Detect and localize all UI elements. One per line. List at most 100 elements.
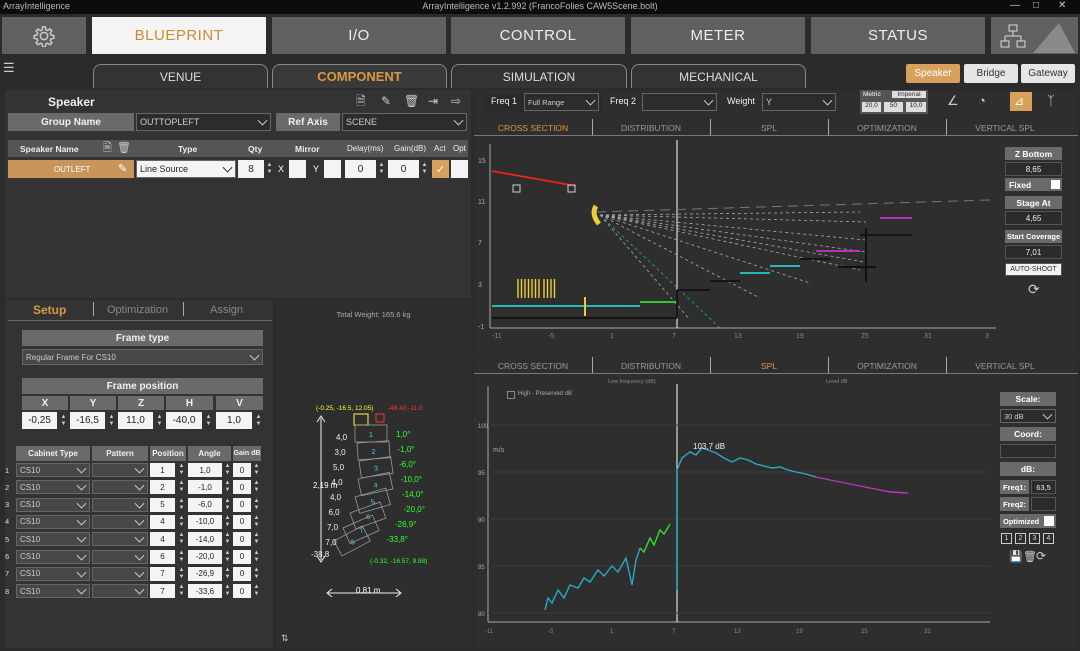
freq1-select[interactable]: Full Range <box>524 93 599 111</box>
cab-angle-stepper[interactable]: ▲ ▼ <box>223 532 232 546</box>
unit-option-2[interactable]: 50 <box>884 102 903 112</box>
cab-angle-stepper[interactable]: ▲ ▼ <box>223 584 232 598</box>
preset-2-button[interactable]: 2 <box>1015 533 1026 544</box>
delay-input[interactable]: 0 <box>345 160 376 178</box>
qty-input[interactable]: 8 <box>238 160 264 178</box>
cab-pattern-select[interactable] <box>92 514 148 529</box>
preset-3-button[interactable]: 3 <box>1029 533 1040 544</box>
settings-button[interactable] <box>2 17 86 54</box>
cab-angle-input[interactable]: -6,0 <box>188 497 222 512</box>
trash-icon[interactable]: 🗑 <box>404 95 419 107</box>
spl-tab-3[interactable]: OPTIMIZATION <box>828 361 946 371</box>
cab-angle-input[interactable]: -14,0 <box>188 532 222 547</box>
gain-input[interactable]: 0 <box>388 160 419 178</box>
tab-venue[interactable]: VENUE <box>93 64 268 88</box>
cab-pattern-select[interactable] <box>92 532 148 547</box>
optimized-checkbox[interactable] <box>1044 516 1054 526</box>
new-file-icon[interactable]: 🗎 <box>103 142 112 154</box>
cab-type-select[interactable]: CS10 <box>16 532 90 547</box>
tab-component[interactable]: COMPONENT <box>272 64 447 88</box>
pos-x-stepper[interactable]: ▲ ▼ <box>59 414 68 428</box>
cab-gain-stepper[interactable]: ▲ ▼ <box>252 498 261 512</box>
cab-position-input[interactable]: 6 <box>150 549 175 564</box>
tab-status[interactable]: STATUS <box>811 17 985 54</box>
cab-angle-input[interactable]: 1,0 <box>188 463 222 477</box>
sync-icon[interactable]: ⟳ <box>1028 282 1040 296</box>
unit-option-1[interactable]: 20,0 <box>862 102 881 112</box>
cab-angle-stepper[interactable]: ▲ ▼ <box>223 463 232 477</box>
edit-icon[interactable]: ✎ <box>118 163 127 175</box>
act-checkbox[interactable]: ✓ <box>432 160 449 178</box>
save-icon[interactable]: 💾 <box>1009 551 1023 563</box>
cab-position-input[interactable]: 2 <box>150 480 175 495</box>
z-bottom-value[interactable]: 8,65 <box>1005 162 1062 176</box>
axes-icon[interactable]: ᛉ <box>1047 94 1055 107</box>
unit-option-3[interactable]: 10,0 <box>906 102 926 112</box>
pos-h-input[interactable]: -40,0 <box>166 412 202 429</box>
cab-position-stepper[interactable]: ▲ ▼ <box>177 480 186 494</box>
opt-checkbox[interactable] <box>451 160 468 178</box>
cab-angle-input[interactable]: -20,0 <box>188 549 222 564</box>
cs-tab-3[interactable]: OPTIMIZATION <box>828 123 946 133</box>
toggle-bridge[interactable]: Bridge <box>964 64 1018 83</box>
freq2-spl-value[interactable] <box>1031 497 1056 511</box>
toggle-gateway[interactable]: Gateway <box>1021 64 1075 83</box>
close-icon[interactable]: ✕ <box>1058 0 1066 11</box>
cab-position-input[interactable]: 4 <box>150 514 175 529</box>
trash-icon[interactable]: 🗑 <box>1023 551 1037 563</box>
cab-angle-input[interactable]: -33,6 <box>188 584 222 599</box>
cab-gain-input[interactable]: 0 <box>233 480 251 495</box>
tab-mechanical[interactable]: MECHANICAL <box>631 64 806 88</box>
cs-tab-2[interactable]: SPL <box>710 123 828 133</box>
import-icon[interactable]: ⇥ <box>428 95 438 107</box>
cs-tab-4[interactable]: VERTICAL SPL <box>946 123 1064 133</box>
pos-v-input[interactable]: 1,0 <box>216 412 252 429</box>
tab-control[interactable]: CONTROL <box>451 17 625 54</box>
cab-type-select[interactable]: CS10 <box>16 549 90 564</box>
auto-shoot-button[interactable]: AUTO-SHOOT <box>1005 263 1062 276</box>
cab-pattern-select[interactable] <box>92 584 148 599</box>
cab-angle-stepper[interactable]: ▲ ▼ <box>223 550 232 564</box>
cab-pattern-select[interactable] <box>92 480 148 495</box>
menu-icon[interactable]: ☰ <box>3 61 15 74</box>
cab-position-input[interactable]: 4 <box>150 532 175 547</box>
cab-gain-stepper[interactable]: ▲ ▼ <box>252 480 261 494</box>
pos-y-stepper[interactable]: ▲ ▼ <box>107 414 116 428</box>
pos-z-input[interactable]: 11,0 <box>118 412 153 429</box>
pos-y-input[interactable]: -16,5 <box>70 412 105 429</box>
maximize-icon[interactable]: □ <box>1033 0 1039 11</box>
cab-gain-stepper[interactable]: ▲ ▼ <box>252 584 261 598</box>
cab-gain-input[interactable]: 0 <box>233 549 251 564</box>
cab-type-select[interactable]: CS10 <box>16 463 90 477</box>
cab-gain-input[interactable]: 0 <box>233 463 251 477</box>
cab-angle-input[interactable]: -10,0 <box>188 514 222 529</box>
edit-icon[interactable]: ✎ <box>381 95 391 107</box>
cab-position-stepper[interactable]: ▲ ▼ <box>177 532 186 546</box>
tab-optimization[interactable]: Optimization <box>107 304 168 316</box>
cab-gain-input[interactable]: 0 <box>233 514 251 529</box>
cab-type-select[interactable]: CS10 <box>16 514 90 529</box>
new-file-icon[interactable]: 🗎 <box>356 95 366 107</box>
cab-position-stepper[interactable]: ▲ ▼ <box>177 515 186 529</box>
cab-angle-stepper[interactable]: ▲ ▼ <box>223 515 232 529</box>
tab-simulation[interactable]: SIMULATION <box>451 64 627 88</box>
cab-gain-stepper[interactable]: ▲ ▼ <box>252 463 261 477</box>
fixed-checkbox[interactable] <box>1051 180 1060 189</box>
tab-setup[interactable]: Setup <box>33 303 66 317</box>
spl-tab-0[interactable]: CROSS SECTION <box>474 361 592 371</box>
refresh-icon[interactable]: ⇅ <box>281 632 289 644</box>
cab-type-select[interactable]: CS10 <box>16 566 90 581</box>
chart-view-button[interactable]: ⊿ <box>1010 92 1032 111</box>
cab-gain-input[interactable]: 0 <box>233 532 251 547</box>
cab-angle-stepper[interactable]: ▲ ▼ <box>223 498 232 512</box>
cab-pattern-select[interactable] <box>92 497 148 512</box>
sync-icon[interactable]: ⟳ <box>1036 550 1046 562</box>
ref-axis-select[interactable]: SCENE <box>342 113 467 131</box>
export-icon[interactable]: ⇨ <box>451 95 461 107</box>
tab-io[interactable]: I/O <box>272 17 446 54</box>
cab-gain-stepper[interactable]: ▲ ▼ <box>252 567 261 581</box>
angle-icon[interactable]: ∠ <box>947 94 959 107</box>
cab-pattern-select[interactable] <box>92 566 148 581</box>
cab-position-stepper[interactable]: ▲ ▼ <box>177 463 186 477</box>
tab-meter[interactable]: METER <box>631 17 805 54</box>
